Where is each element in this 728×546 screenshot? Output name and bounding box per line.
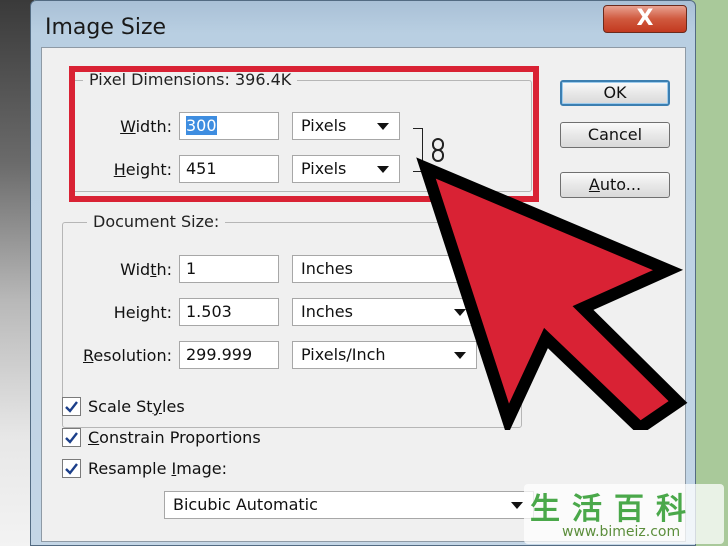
chevron-down-icon bbox=[511, 502, 523, 509]
watermark-logo: 生活百科 www.bimeiz.com bbox=[524, 484, 724, 544]
dialog-client-area: Pixel Dimensions: 396.4K Width: 300 Pixe… bbox=[41, 47, 686, 542]
constrain-proportions-checkbox[interactable] bbox=[62, 428, 81, 447]
doc-width-label: Width: bbox=[120, 260, 172, 279]
checkmark-icon bbox=[65, 432, 78, 444]
watermark-url: www.bimeiz.com bbox=[562, 524, 681, 540]
doc-height-input[interactable]: 1.503 bbox=[179, 298, 279, 326]
doc-width-unit-select[interactable]: Inches bbox=[292, 255, 477, 283]
checkmark-icon bbox=[65, 401, 78, 413]
auto-button[interactable]: Auto... bbox=[560, 172, 670, 198]
dialog-title: Image Size bbox=[45, 15, 167, 40]
chevron-down-icon bbox=[454, 352, 466, 359]
constrain-bracket bbox=[413, 128, 423, 172]
pixel-width-unit-select[interactable]: Pixels bbox=[292, 112, 400, 140]
document-size-legend: Document Size: bbox=[87, 212, 226, 231]
close-button[interactable]: X bbox=[603, 5, 687, 33]
resample-image-checkbox[interactable] bbox=[62, 459, 81, 478]
chevron-down-icon bbox=[454, 266, 466, 273]
cancel-button[interactable]: Cancel bbox=[560, 122, 670, 148]
close-icon: X bbox=[636, 6, 654, 31]
doc-height-unit-select[interactable]: Inches bbox=[292, 298, 477, 326]
pixel-width-label: Width: bbox=[120, 117, 172, 136]
resolution-unit-select[interactable]: Pixels/Inch bbox=[292, 341, 477, 369]
pixel-height-label: Height: bbox=[113, 160, 172, 179]
doc-width-input[interactable]: 1 bbox=[179, 255, 279, 283]
resample-method-select[interactable]: Bicubic Automatic bbox=[164, 491, 534, 519]
chain-link-icon bbox=[432, 138, 444, 162]
background-photo-strip bbox=[0, 0, 34, 546]
image-size-dialog: Image Size X Pixel Dimensions: 396.4K Wi… bbox=[30, 0, 696, 546]
chevron-down-icon bbox=[377, 166, 389, 173]
chevron-down-icon bbox=[377, 123, 389, 130]
checkmark-icon bbox=[65, 463, 78, 475]
doc-height-label: Height: bbox=[113, 303, 172, 322]
scale-styles-checkbox[interactable] bbox=[62, 397, 81, 416]
chevron-down-icon bbox=[454, 309, 466, 316]
pixel-width-input[interactable]: 300 bbox=[179, 112, 279, 140]
pixel-height-unit-select[interactable]: Pixels bbox=[292, 155, 400, 183]
pixel-height-input[interactable]: 451 bbox=[179, 155, 279, 183]
ok-button[interactable]: OK bbox=[560, 80, 670, 106]
resolution-input[interactable]: 299.999 bbox=[179, 341, 279, 369]
resolution-label: Resolution: bbox=[83, 346, 172, 365]
pixel-dimensions-legend: Pixel Dimensions: 396.4K bbox=[83, 70, 298, 89]
